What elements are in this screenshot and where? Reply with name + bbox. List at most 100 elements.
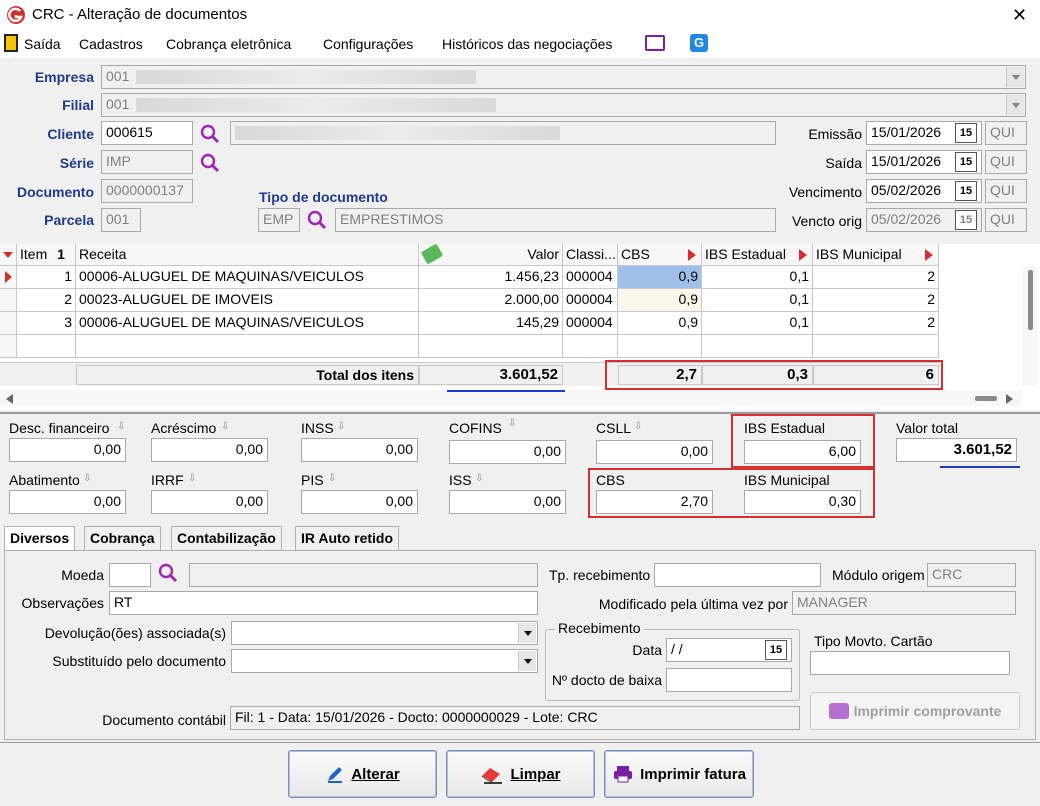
cliente-search-icon[interactable] — [199, 123, 221, 145]
vencimento-calendar-icon[interactable]: 15 — [955, 181, 977, 201]
col-header-valor[interactable]: Valor — [419, 244, 563, 266]
data-field[interactable]: / / 15 — [666, 638, 792, 662]
tipo-documento-search-icon[interactable] — [306, 209, 328, 231]
cofins-field[interactable]: 0,00 — [449, 440, 566, 464]
inss-field[interactable]: 0,00 — [301, 438, 418, 462]
substituido-select[interactable] — [231, 649, 538, 673]
horizontal-scrollbar[interactable] — [0, 390, 1022, 406]
col-header-cbs[interactable]: CBS — [618, 244, 702, 266]
ndocto-baixa-field[interactable] — [666, 668, 792, 692]
scroll-right-icon[interactable] — [1006, 394, 1013, 404]
pis-field[interactable]: 0,00 — [301, 490, 418, 514]
app-g-icon[interactable]: G — [690, 34, 708, 52]
vertical-scroll-thumb[interactable] — [1028, 270, 1033, 330]
emissao-label: Emissão — [808, 126, 862, 142]
emissao-field[interactable]: 15/01/2026 15 — [866, 121, 982, 145]
empresa-dropdown-icon[interactable] — [1006, 67, 1024, 87]
table-row-1-ibs-municipal[interactable]: 2 — [813, 266, 939, 289]
table-row-3-valor[interactable]: 145,29 — [419, 312, 563, 335]
substituido-dropdown-icon[interactable] — [518, 651, 536, 671]
irrf-field[interactable]: 0,00 — [151, 490, 268, 514]
iss-field[interactable]: 0,00 — [449, 490, 566, 514]
col-header-ibs-estadual[interactable]: IBS Estadual — [702, 244, 813, 266]
row-3-indicator[interactable] — [0, 312, 17, 335]
table-row-1-receita[interactable]: 00006-ALUGUEL DE MAQUINAS/VEICULOS — [76, 266, 419, 289]
table-row-3-ibs-estadual[interactable]: 0,1 — [702, 312, 813, 335]
col-header-ibs-municipal[interactable]: IBS Municipal — [813, 244, 939, 266]
menu-saida[interactable]: Saída — [24, 36, 61, 52]
filial-dropdown-icon[interactable] — [1006, 95, 1024, 115]
documento-field[interactable]: 0000000137 — [101, 179, 193, 203]
table-row-2-item[interactable]: 2 — [17, 289, 76, 312]
imprimir-fatura-button[interactable]: Imprimir fatura — [604, 750, 754, 798]
ibs-municipal-expand-icon[interactable] — [925, 249, 933, 261]
tab-diversos[interactable]: Diversos — [4, 526, 76, 550]
parcela-field[interactable]: 001 — [101, 208, 141, 232]
col-header-item[interactable]: Item 1 — [17, 244, 76, 266]
devolucao-dropdown-icon[interactable] — [518, 623, 536, 643]
tp-recebimento-field[interactable] — [654, 563, 821, 587]
table-row-1-classi[interactable]: 000004 — [563, 266, 618, 289]
table-row-3-classi[interactable]: 000004 — [563, 312, 618, 335]
table-row-2-ibs-estadual[interactable]: 0,1 — [702, 289, 813, 312]
menu-cadastros[interactable]: Cadastros — [79, 36, 143, 52]
vencimento-field[interactable]: 05/02/2026 15 — [866, 179, 982, 203]
moeda-search-icon[interactable] — [157, 562, 179, 584]
table-row-3-ibs-municipal[interactable]: 2 — [813, 312, 939, 335]
observacoes-field[interactable]: RT — [109, 591, 538, 615]
serie-field[interactable]: IMP — [101, 150, 193, 174]
cliente-field[interactable]: 000615 — [101, 121, 193, 145]
tab-contabilizacao[interactable]: Contabilização — [171, 526, 282, 550]
emissao-calendar-icon[interactable]: 15 — [955, 123, 977, 143]
csll-field[interactable]: 0,00 — [596, 440, 713, 464]
col-header-classi[interactable]: Classi... — [563, 244, 618, 266]
cbs-expand-icon[interactable] — [688, 249, 696, 261]
table-row-3-item[interactable]: 3 — [17, 312, 76, 335]
table-row-1-valor[interactable]: 1.456,23 — [419, 266, 563, 289]
table-row-1-cbs[interactable]: 0,9 — [618, 266, 702, 289]
tipo-movto-cartao-field[interactable] — [810, 651, 1010, 675]
menu-historicos[interactable]: Históricos das negociações — [442, 36, 612, 52]
table-row-3-receita[interactable]: 00006-ALUGUEL DE MAQUINAS/VEICULOS — [76, 312, 419, 335]
abatimento-field[interactable]: 0,00 — [9, 490, 126, 514]
table-row-1-item[interactable]: 1 — [17, 266, 76, 289]
acrescimo-field[interactable]: 0,00 — [151, 438, 268, 462]
table-row-2-valor[interactable]: 2.000,00 — [419, 289, 563, 312]
row-indicator-icon[interactable] — [0, 266, 17, 289]
vertical-scrollbar[interactable] — [1022, 266, 1038, 386]
tab-ir-auto-retido[interactable]: IR Auto retido — [295, 526, 400, 550]
devolucao-select[interactable] — [231, 621, 538, 645]
close-icon[interactable]: ✕ — [1012, 5, 1027, 26]
tipo-documento-code[interactable]: EMP — [258, 208, 300, 232]
ibs-estadual-expand-icon[interactable] — [799, 249, 807, 261]
data-calendar-icon[interactable]: 15 — [765, 640, 787, 660]
saida-field[interactable]: 15/01/2026 15 — [866, 150, 982, 174]
alterar-button[interactable]: Alterar — [288, 750, 437, 798]
menu-cobranca-eletronica[interactable]: Cobrança eletrônica — [166, 36, 291, 52]
table-row-1-ibs-estadual[interactable]: 0,1 — [702, 266, 813, 289]
table-row-2-cbs[interactable]: 0,9 — [618, 289, 702, 312]
monitor-icon[interactable] — [645, 35, 665, 51]
table-row-3-cbs[interactable]: 0,9 — [618, 312, 702, 335]
grid-corner-arrow[interactable] — [0, 244, 17, 266]
scroll-left-icon[interactable] — [6, 394, 13, 404]
table-row-2-ibs-municipal[interactable]: 2 — [813, 289, 939, 312]
table-row-2-classi[interactable]: 000004 — [563, 289, 618, 312]
col-header-receita[interactable]: Receita — [76, 244, 419, 266]
modificado-por-field: MANAGER — [792, 591, 1016, 615]
row-2-indicator[interactable] — [0, 289, 17, 312]
filial-select[interactable]: 001 — [101, 93, 1026, 117]
desc-financeiro-field[interactable]: 0,00 — [9, 438, 126, 462]
tab-cobranca[interactable]: Cobrança — [84, 526, 161, 550]
empty-row-indicator — [0, 335, 17, 358]
empresa-select[interactable]: 001 — [101, 65, 1026, 89]
exit-door-icon[interactable] — [4, 34, 18, 52]
moeda-field[interactable] — [109, 563, 151, 587]
horizontal-scroll-thumb[interactable] — [975, 396, 997, 401]
table-row-2-receita[interactable]: 00023-ALUGUEL DE IMOVEIS — [76, 289, 419, 312]
limpar-button[interactable]: Limpar — [446, 750, 595, 798]
menu-configuracoes[interactable]: Configurações — [323, 36, 413, 52]
imprimir-comprovante-button[interactable]: Imprimir comprovante — [810, 692, 1020, 730]
saida-calendar-icon[interactable]: 15 — [955, 152, 977, 172]
serie-search-icon[interactable] — [199, 152, 221, 174]
